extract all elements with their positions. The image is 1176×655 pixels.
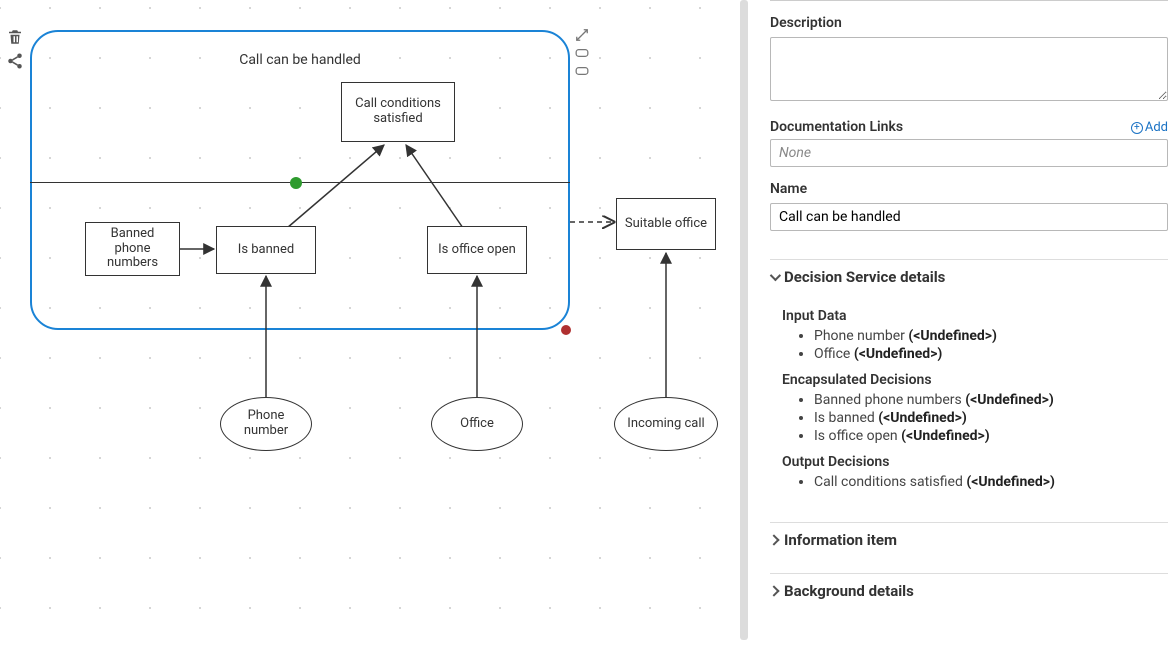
list-item: Is office open (<Undefined>) — [814, 428, 1168, 444]
name-label: Name — [770, 181, 1168, 197]
node-incoming-call[interactable]: Incoming call — [614, 397, 718, 451]
add-doc-link-button[interactable]: + Add — [1131, 120, 1168, 135]
add-label: Add — [1145, 120, 1168, 135]
trash-icon[interactable] — [6, 28, 24, 46]
vertical-splitter[interactable] — [740, 0, 748, 640]
section-title: Decision Service details — [784, 268, 945, 286]
section-title: Background details — [784, 582, 914, 600]
decision-service-details: Input Data Phone number (<Undefined>) Off… — [770, 294, 1168, 506]
node-toolbar — [6, 28, 24, 70]
share-icon[interactable] — [6, 52, 24, 70]
node-phone-number[interactable]: Phone number — [220, 397, 312, 451]
node-call-conditions[interactable]: Call conditions satisfied — [341, 82, 455, 142]
section-background-details[interactable]: Background details — [770, 573, 1168, 608]
chevron-right-icon — [768, 585, 779, 596]
description-label: Description — [770, 15, 1168, 31]
node-label: Incoming call — [627, 417, 704, 432]
node-label: Is office open — [438, 243, 516, 258]
output-list: Call conditions satisfied (<Undefined>) — [782, 474, 1168, 490]
expand-icon[interactable] — [575, 28, 591, 42]
chevron-right-icon — [768, 534, 779, 545]
description-input[interactable] — [770, 37, 1168, 101]
collapse-top-icon[interactable] — [575, 46, 591, 60]
node-label: Phone number — [244, 409, 288, 439]
properties-panel: Description Documentation Links + Add No… — [750, 0, 1176, 655]
section-title: Information item — [784, 531, 897, 549]
node-banned-phone-numbers[interactable]: Banned phone numbers — [85, 222, 180, 276]
node-label: Suitable office — [625, 217, 707, 232]
node-office[interactable]: Office — [431, 397, 523, 451]
connector-handle-green[interactable] — [290, 177, 302, 189]
node-is-banned[interactable]: Is banned — [216, 226, 316, 274]
name-input[interactable] — [770, 203, 1168, 231]
output-heading: Output Decisions — [782, 454, 1168, 470]
node-suitable-office[interactable]: Suitable office — [616, 198, 716, 250]
box-expand-tools — [575, 28, 591, 78]
plus-circle-icon: + — [1131, 122, 1143, 134]
doc-links-label: Documentation Links — [770, 119, 903, 135]
diagram-canvas[interactable]: Call can be handled Suitable office --> … — [0, 0, 740, 655]
section-decision-service[interactable]: Decision Service details — [770, 259, 1168, 294]
node-is-office-open[interactable]: Is office open — [427, 226, 527, 274]
doc-links-box[interactable]: None — [770, 139, 1168, 167]
connector-handle-red[interactable] — [561, 325, 571, 335]
encapsulated-list: Banned phone numbers (<Undefined>) Is ban… — [782, 392, 1168, 444]
decision-service-title: Call can be handled — [32, 52, 568, 68]
list-item: Is banned (<Undefined>) — [814, 410, 1168, 426]
list-item: Call conditions satisfied (<Undefined>) — [814, 474, 1168, 490]
input-data-heading: Input Data — [782, 308, 1168, 324]
node-label: Banned phone numbers — [107, 227, 158, 272]
node-label: Is banned — [238, 243, 294, 258]
list-item: Banned phone numbers (<Undefined>) — [814, 392, 1168, 408]
input-data-list: Phone number (<Undefined>) Office (<Undef… — [782, 328, 1168, 362]
list-item: Phone number (<Undefined>) — [814, 328, 1168, 344]
node-label: Office — [460, 417, 494, 432]
collapse-bottom-icon[interactable] — [575, 64, 591, 78]
chevron-down-icon — [770, 270, 781, 281]
section-information-item[interactable]: Information item — [770, 522, 1168, 557]
node-label: Call conditions satisfied — [355, 97, 441, 127]
encapsulated-heading: Encapsulated Decisions — [782, 372, 1168, 388]
list-item: Office (<Undefined>) — [814, 346, 1168, 362]
